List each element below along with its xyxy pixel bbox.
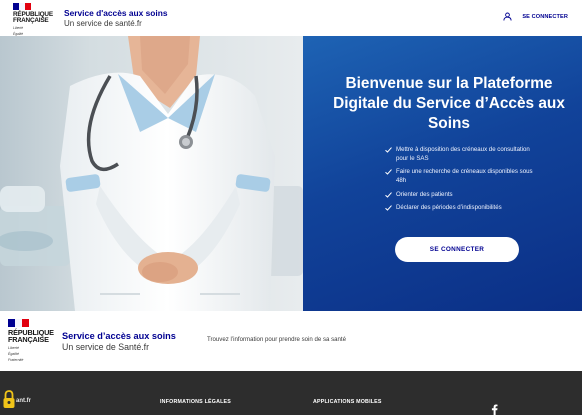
french-flag-icon — [13, 3, 31, 10]
feature-list: Mettre à disposition des créneaux de con… — [385, 146, 535, 218]
motto-fraternite: Fraternité — [8, 357, 24, 362]
footer-service-title: Service d’accès aux soins — [62, 331, 176, 341]
feature-label: Mettre à disposition des créneaux de con… — [396, 146, 530, 162]
check-icon — [385, 191, 392, 198]
feature-item: Faire une recherche de créneaux disponib… — [385, 168, 535, 185]
partner-link[interactable]: ant.fr — [16, 398, 31, 404]
footer-service-brand[interactable]: Service d’accès aux soins Un service de … — [62, 331, 176, 352]
footer-description: Trouvez l’information pour prendre soin … — [207, 336, 346, 343]
service-title: Service d'accès aux soins — [64, 8, 168, 18]
hero-section: Bienvenue sur la Plateforme Digitale du … — [0, 36, 582, 311]
republic-name-line-2: FRANÇAISE — [13, 17, 49, 25]
mobile-apps-heading: APPLICATIONS MOBILES — [313, 399, 382, 405]
feature-label: Déclarer des périodes d’indisponibilités — [396, 204, 502, 212]
feature-label: Faire une recherche de créneaux disponib… — [396, 168, 533, 184]
lock-icon — [3, 390, 15, 408]
check-icon — [385, 147, 392, 153]
footer-service-subtitle: Un service de Santé.fr — [62, 342, 150, 352]
site-header: RÉPUBLIQUE FRANÇAISE Liberté Égalité Fra… — [0, 0, 582, 41]
facebook-icon[interactable] — [491, 404, 498, 415]
french-flag-icon — [8, 319, 29, 327]
feature-label: Orienter des patients — [396, 190, 453, 198]
header-login-label: SE CONNECTER — [522, 13, 568, 20]
nurse-photo — [0, 36, 303, 311]
service-brand[interactable]: Service d'accès aux soins Un service de … — [64, 8, 168, 28]
hero-title: Bienvenue sur la Plateforme Digitale du … — [333, 75, 565, 133]
republic-name-line-2: FRANÇAISE — [8, 335, 49, 345]
nurse-illustration — [0, 36, 303, 311]
header-login-button[interactable]: SE CONNECTER — [503, 12, 568, 21]
hero-welcome-panel: Bienvenue sur la Plateforme Digitale du … — [303, 36, 582, 311]
check-icon — [385, 169, 392, 175]
hero-login-button[interactable]: SE CONNECTER — [395, 237, 519, 262]
user-icon — [503, 12, 512, 21]
legal-info-heading: INFORMATIONS LÉGALES — [160, 399, 231, 405]
service-subtitle: Un service de santé.fr — [64, 19, 142, 28]
motto-liberte: Liberté — [13, 25, 24, 30]
motto-liberte: Liberté — [8, 345, 19, 350]
republique-francaise-logo[interactable]: RÉPUBLIQUE FRANÇAISE Liberté Égalité Fra… — [8, 319, 54, 362]
check-icon — [385, 205, 392, 211]
feature-item: Orienter des patients — [385, 191, 535, 200]
feature-item: Déclarer des périodes d’indisponibilités — [385, 204, 535, 213]
feature-item: Mettre à disposition des créneaux de con… — [385, 146, 535, 163]
motto-egalite: Égalité — [8, 351, 19, 356]
dark-footer: ant.fr INFORMATIONS LÉGALES APPLICATIONS… — [0, 371, 582, 415]
